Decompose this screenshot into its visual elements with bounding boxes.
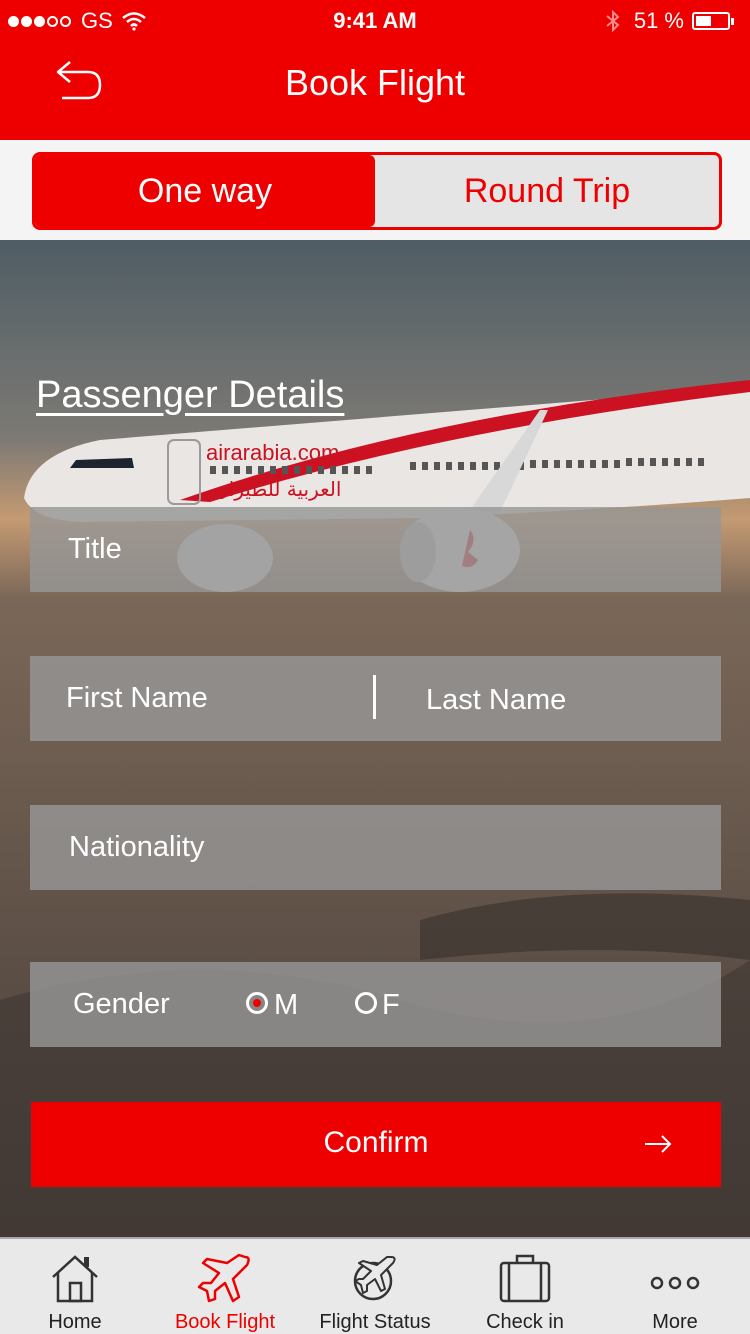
passenger-details-heading: Passenger Details [36, 374, 345, 416]
tab-bar: Home Book Flight Flight Status Check in … [0, 1237, 750, 1334]
tab-check-in[interactable]: Check in [450, 1239, 600, 1334]
tab-home-label: Home [48, 1311, 102, 1333]
tab-book-flight[interactable]: Book Flight [150, 1239, 300, 1334]
gender-female-radio[interactable] [355, 992, 377, 1014]
flight-status-icon [353, 1256, 396, 1301]
gender-label: Gender [73, 988, 170, 1020]
title-placeholder: Title [68, 533, 122, 565]
status-right: 51 % [604, 8, 734, 34]
battery-icon [692, 12, 734, 30]
tab-flight-status-label: Flight Status [319, 1311, 431, 1333]
airplane-icon [197, 1253, 250, 1303]
more-icon [650, 1276, 700, 1290]
trip-type-bar: One way Round Trip [0, 140, 750, 240]
name-divider [373, 675, 376, 719]
luggage-icon [499, 1254, 551, 1303]
tab-home[interactable]: Home [0, 1239, 150, 1334]
tab-book-flight-label: Book Flight [174, 1311, 276, 1333]
title-field[interactable]: Title [30, 507, 721, 592]
airline-arabic-text: العربية للطيران [214, 477, 341, 501]
battery-percent: 51 % [633, 8, 684, 33]
navigation-bar: Book Flight [0, 40, 750, 140]
nationality-field[interactable]: Nationality [30, 805, 721, 890]
one-way-tab[interactable]: One way [35, 155, 375, 227]
nationality-placeholder: Nationality [69, 831, 205, 863]
confirm-label: Confirm [323, 1126, 429, 1159]
name-field-row: First Name Last Name [30, 656, 721, 741]
bluetooth-icon [606, 9, 620, 33]
confirm-button[interactable]: Confirm [31, 1102, 721, 1187]
status-bar: GS 9:41 AM 51 % [0, 0, 750, 40]
airline-brand-text: airarabia.com [206, 440, 339, 465]
page-title: Book Flight [284, 62, 466, 103]
gender-male-radio[interactable] [246, 992, 268, 1014]
first-name-field[interactable]: First Name [66, 682, 208, 715]
round-trip-tab[interactable]: Round Trip [375, 155, 719, 227]
tab-check-in-label: Check in [486, 1311, 564, 1333]
tab-more-label: More [652, 1311, 698, 1333]
trip-type-segmented-control: One way Round Trip [32, 152, 722, 230]
gender-field: Gender M F [30, 962, 721, 1047]
tab-more[interactable]: More [600, 1239, 750, 1334]
gender-female-label[interactable]: F [382, 989, 400, 1022]
passenger-form-background: airarabia.com العربية للطيران Passenger … [0, 240, 750, 1237]
home-icon [52, 1255, 98, 1303]
arrow-right-icon [645, 1135, 672, 1153]
tab-flight-status[interactable]: Flight Status [300, 1239, 450, 1334]
gender-male-label[interactable]: M [274, 989, 298, 1022]
last-name-field[interactable]: Last Name [426, 684, 566, 717]
